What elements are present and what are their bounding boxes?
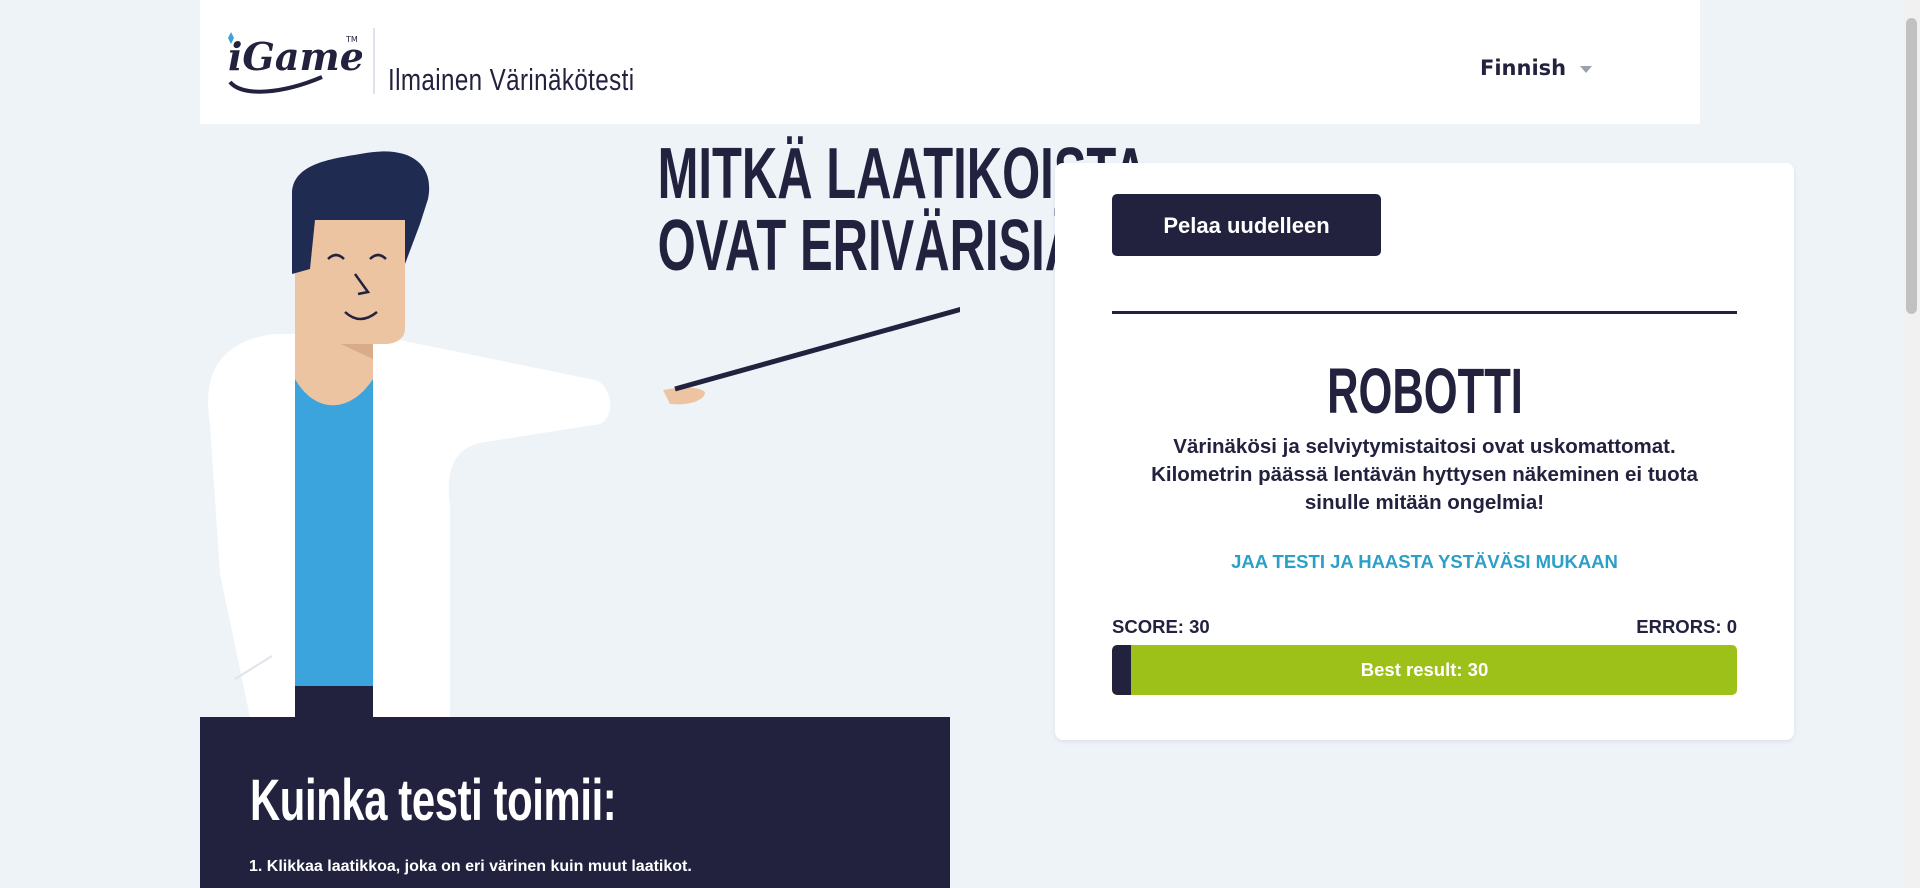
- logo-graphic: iGame TM: [228, 32, 364, 94]
- divider: [1112, 311, 1737, 314]
- question-line-2: OVAT ERIVÄRISIÄ?: [657, 206, 1111, 286]
- language-selector[interactable]: Finnish: [1480, 56, 1593, 80]
- result-description: Värinäkösi ja selviytymistaitosi ovat us…: [1151, 435, 1698, 514]
- language-label: Finnish: [1480, 56, 1567, 80]
- logo-divider: [373, 28, 375, 94]
- question-heading: MITKÄ LAATIKOISTA OVAT ERIVÄRISIÄ?: [520, 134, 1149, 286]
- result-card: Pelaa uudelleen ROBOTTI Värinäkösi ja se…: [1055, 163, 1794, 740]
- how-it-works-title: Kuinka testi toimii:: [250, 768, 617, 833]
- play-again-button[interactable]: Pelaa uudelleen: [1112, 194, 1381, 256]
- igame-logo[interactable]: iGame TM: [222, 22, 364, 102]
- score-label: SCORE: 30: [1112, 616, 1210, 637]
- question-line-1: MITKÄ LAATIKOISTA: [657, 134, 1149, 214]
- errors-label: ERRORS: 0: [1636, 616, 1737, 637]
- how-it-works-step-1: 1. Klikkaa laatikkoa, joka on eri värine…: [249, 858, 692, 875]
- site-header: iGame TM Ilmainen Värinäkötesti Finnish: [200, 0, 1700, 124]
- result-title-text: ROBOTTI: [1326, 355, 1523, 427]
- chevron-down-icon: [1580, 65, 1593, 73]
- result-title: ROBOTTI: [1055, 357, 1794, 425]
- best-result-bar: Best result: 30: [1112, 645, 1737, 695]
- logo-text: iGame: [228, 34, 362, 79]
- scrollbar-thumb[interactable]: [1906, 18, 1917, 314]
- svg-text:TM: TM: [345, 35, 358, 44]
- site-title: Ilmainen Värinäkötesti: [388, 62, 635, 97]
- best-result-label: Best result: 30: [1360, 659, 1489, 680]
- share-link[interactable]: JAA TESTI JA HAASTA YSTÄVÄSI MUKAAN: [1055, 551, 1794, 573]
- page-scrollbar[interactable]: [1903, 0, 1920, 888]
